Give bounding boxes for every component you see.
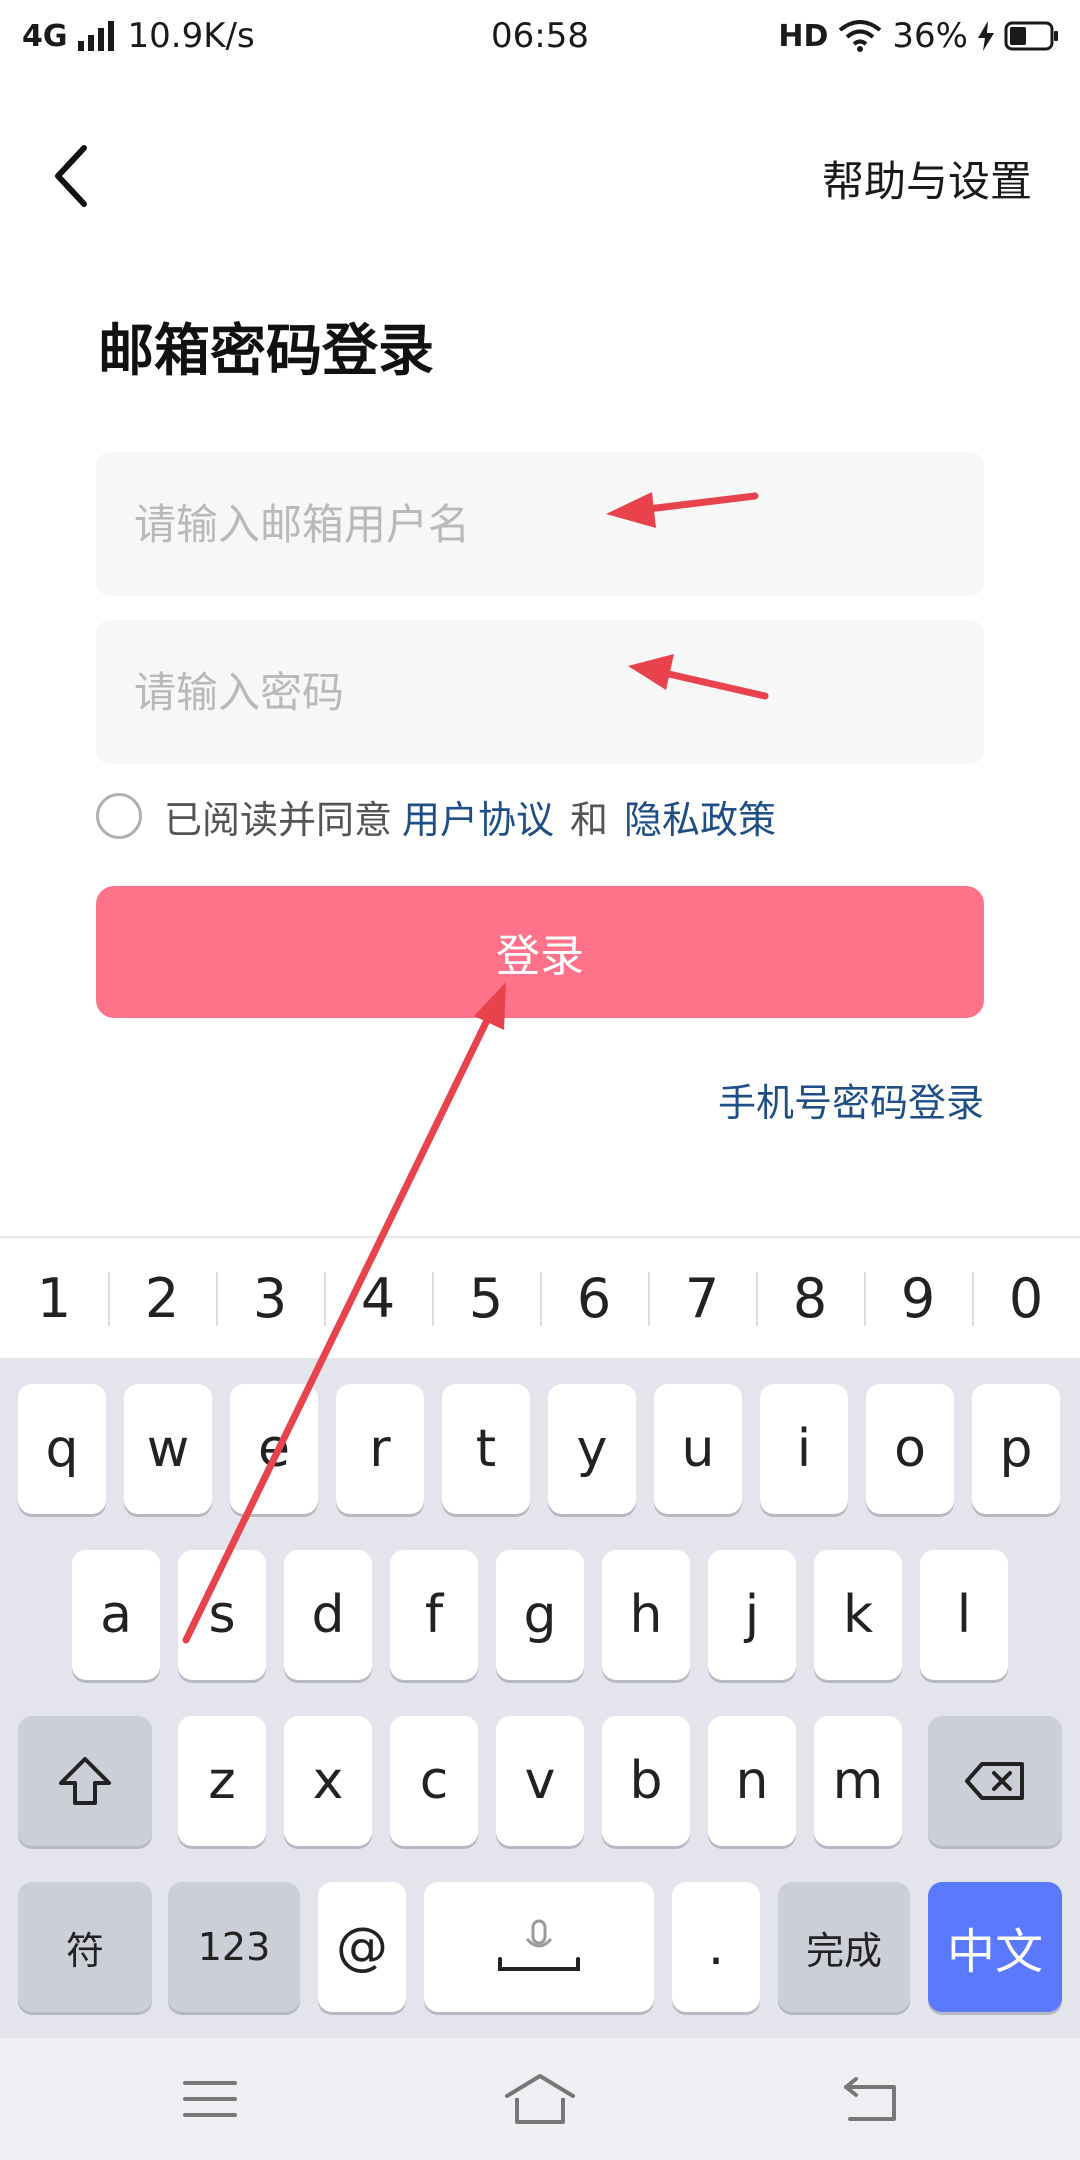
- key-3[interactable]: 3: [216, 1238, 324, 1358]
- home-icon: [505, 2074, 575, 2124]
- status-bar: 4G 10.9K/s 06:58 HD 36%: [0, 0, 1080, 74]
- key-5[interactable]: 5: [432, 1238, 540, 1358]
- privacy-policy-link[interactable]: 隐私政策: [624, 789, 776, 844]
- period-key[interactable]: .: [672, 1882, 760, 2012]
- shift-key[interactable]: [18, 1716, 152, 1846]
- done-key[interactable]: 完成: [778, 1882, 910, 2012]
- number-mode-key[interactable]: 123: [168, 1882, 300, 2012]
- page-title: 邮箱密码登录: [98, 319, 434, 384]
- key-z[interactable]: z: [178, 1716, 266, 1846]
- key-g[interactable]: g: [496, 1550, 584, 1680]
- key-f[interactable]: f: [390, 1550, 478, 1680]
- backspace-key[interactable]: [928, 1716, 1062, 1846]
- menu-button[interactable]: [160, 2056, 260, 2142]
- key-x[interactable]: x: [284, 1716, 372, 1846]
- key-r[interactable]: r: [336, 1384, 424, 1514]
- password-field-container: [96, 620, 984, 764]
- status-right: HD 36%: [778, 16, 1060, 56]
- key-9[interactable]: 9: [864, 1238, 972, 1358]
- key-8[interactable]: 8: [756, 1238, 864, 1358]
- language-switch-key[interactable]: 中文: [928, 1882, 1062, 2012]
- menu-icon: [183, 2081, 237, 2117]
- key-q[interactable]: q: [18, 1384, 106, 1514]
- key-i[interactable]: i: [760, 1384, 848, 1514]
- back-return-icon: [844, 2077, 896, 2121]
- key-7[interactable]: 7: [648, 1238, 756, 1358]
- backspace-icon: [965, 1762, 1024, 1800]
- wifi-icon: [839, 20, 882, 52]
- email-field-container: [96, 452, 984, 596]
- key-c[interactable]: c: [390, 1716, 478, 1846]
- help-settings-link[interactable]: 帮助与设置: [822, 148, 1032, 209]
- login-button[interactable]: 登录: [96, 886, 984, 1018]
- key-b[interactable]: b: [602, 1716, 690, 1846]
- home-button[interactable]: [490, 2056, 590, 2142]
- key-2[interactable]: 2: [108, 1238, 216, 1358]
- user-agreement-link[interactable]: 用户协议: [402, 789, 554, 844]
- key-k[interactable]: k: [814, 1550, 902, 1680]
- keyboard: q w e r t y u i o p a s d f g h j k l z …: [0, 1358, 1080, 2038]
- microphone-space-icon: [498, 1919, 580, 1971]
- key-l[interactable]: l: [920, 1550, 1008, 1680]
- key-t[interactable]: t: [442, 1384, 530, 1514]
- email-input[interactable]: [96, 452, 984, 596]
- key-0[interactable]: 0: [972, 1238, 1080, 1358]
- key-6[interactable]: 6: [540, 1238, 648, 1358]
- key-o[interactable]: o: [866, 1384, 954, 1514]
- shift-arrow-icon: [59, 1757, 111, 1805]
- agreement-checkbox[interactable]: [96, 793, 142, 839]
- agreement-row: 已阅读并同意 用户协议 和 隐私政策: [96, 790, 786, 842]
- key-n[interactable]: n: [708, 1716, 796, 1846]
- key-u[interactable]: u: [654, 1384, 742, 1514]
- key-4[interactable]: 4: [324, 1238, 432, 1358]
- agreement-and: 和: [570, 797, 609, 842]
- key-j[interactable]: j: [708, 1550, 796, 1680]
- battery-percent: 36%: [892, 16, 968, 56]
- chevron-left-icon: [55, 145, 87, 207]
- key-e[interactable]: e: [230, 1384, 318, 1514]
- symbol-key[interactable]: 符: [18, 1882, 152, 2012]
- navigation-bar: [0, 2038, 1080, 2160]
- key-p[interactable]: p: [972, 1384, 1060, 1514]
- key-m[interactable]: m: [814, 1716, 902, 1846]
- key-y[interactable]: y: [548, 1384, 636, 1514]
- at-key[interactable]: @: [318, 1882, 406, 2012]
- key-h[interactable]: h: [602, 1550, 690, 1680]
- key-d[interactable]: d: [284, 1550, 372, 1680]
- back-button[interactable]: [40, 138, 100, 214]
- password-input[interactable]: [96, 620, 984, 764]
- key-w[interactable]: w: [124, 1384, 212, 1514]
- phone-password-login-link[interactable]: 手机号密码登录: [718, 1072, 984, 1127]
- hd-badge: HD: [778, 18, 829, 54]
- charging-icon: [978, 21, 994, 51]
- key-v[interactable]: v: [496, 1716, 584, 1846]
- keyboard-number-row: 1 2 3 4 5 6 7 8 9 0: [0, 1236, 1080, 1358]
- key-s[interactable]: s: [178, 1550, 266, 1680]
- battery-icon: [1004, 21, 1058, 51]
- back-nav-button[interactable]: [820, 2056, 920, 2142]
- agreement-prefix: 已阅读并同意: [164, 797, 393, 842]
- space-key[interactable]: [424, 1882, 654, 2012]
- key-1[interactable]: 1: [0, 1238, 108, 1358]
- key-a[interactable]: a: [72, 1550, 160, 1680]
